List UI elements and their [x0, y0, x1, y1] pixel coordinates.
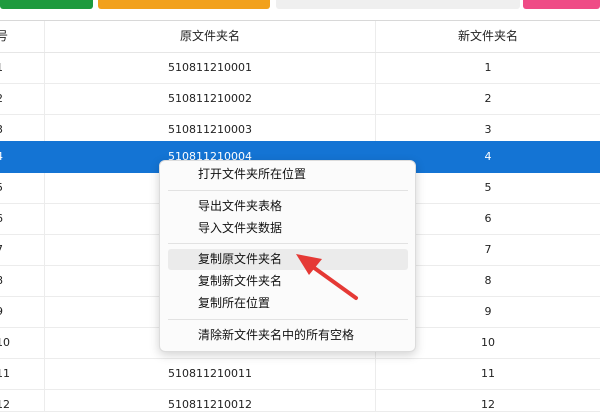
row-original-name: 510811210012 — [168, 398, 252, 411]
row-new-name: 11 — [481, 367, 495, 380]
row-index: 10 — [0, 336, 10, 349]
menu-separator — [168, 243, 408, 244]
row-index: 11 — [0, 367, 10, 380]
table-row[interactable]: 1 510811210001 1 — [0, 52, 600, 84]
header-original-folder-name[interactable]: 原文件夹名 — [45, 21, 375, 52]
row-index: 1 — [0, 52, 36, 83]
row-new-name: 1 — [484, 61, 492, 74]
menu-separator — [168, 190, 408, 191]
row-index: 6 — [0, 203, 36, 234]
table-row[interactable]: 11 510811210011 11 — [0, 358, 600, 390]
row-index: 2 — [0, 83, 36, 114]
menu-item-open-folder-location[interactable]: 打开文件夹所在位置 — [168, 164, 408, 185]
menu-item-clear-spaces-in-new-name[interactable]: 清除新文件夹名中的所有空格 — [168, 325, 408, 346]
row-index: 9 — [0, 296, 36, 327]
menu-item-export-folder-table[interactable]: 导出文件夹表格 — [168, 196, 408, 217]
row-index: 8 — [0, 265, 36, 296]
menu-item-copy-new-name[interactable]: 复制新文件夹名 — [168, 271, 408, 292]
row-original-name: 510811210001 — [168, 61, 252, 74]
menu-item-copy-location[interactable]: 复制所在位置 — [168, 293, 408, 314]
toolbar-orange-button[interactable] — [98, 0, 270, 9]
menu-item-copy-original-name[interactable]: 复制原文件夹名 — [168, 249, 408, 270]
row-index: 7 — [0, 234, 36, 265]
row-original-name: 510811210002 — [168, 92, 252, 105]
toolbar-gray-button[interactable] — [276, 0, 520, 9]
row-original-name: 510811210011 — [168, 367, 252, 380]
row-index: 12 — [0, 398, 10, 411]
row-index: 4 — [0, 141, 36, 172]
row-new-name: 2 — [484, 92, 492, 105]
menu-separator — [168, 319, 408, 320]
row-new-name: 12 — [481, 398, 495, 411]
menu-item-import-folder-data[interactable]: 导入文件夹数据 — [168, 218, 408, 239]
row-index: 5 — [0, 172, 36, 203]
context-menu: 打开文件夹所在位置 导出文件夹表格 导入文件夹数据 复制原文件夹名 复制新文件夹… — [159, 160, 416, 352]
toolbar-green-button[interactable] — [0, 0, 93, 9]
header-index[interactable]: 号 — [0, 21, 36, 52]
table-row[interactable]: 12 510811210012 12 — [0, 389, 600, 412]
table-row[interactable]: 2 510811210002 2 — [0, 83, 600, 115]
header-new-folder-name[interactable]: 新文件夹名 — [376, 21, 600, 52]
table-header: 号 原文件夹名 新文件夹名 — [0, 21, 600, 53]
toolbar-pink-button[interactable] — [523, 0, 600, 9]
toolbar — [0, 0, 600, 20]
